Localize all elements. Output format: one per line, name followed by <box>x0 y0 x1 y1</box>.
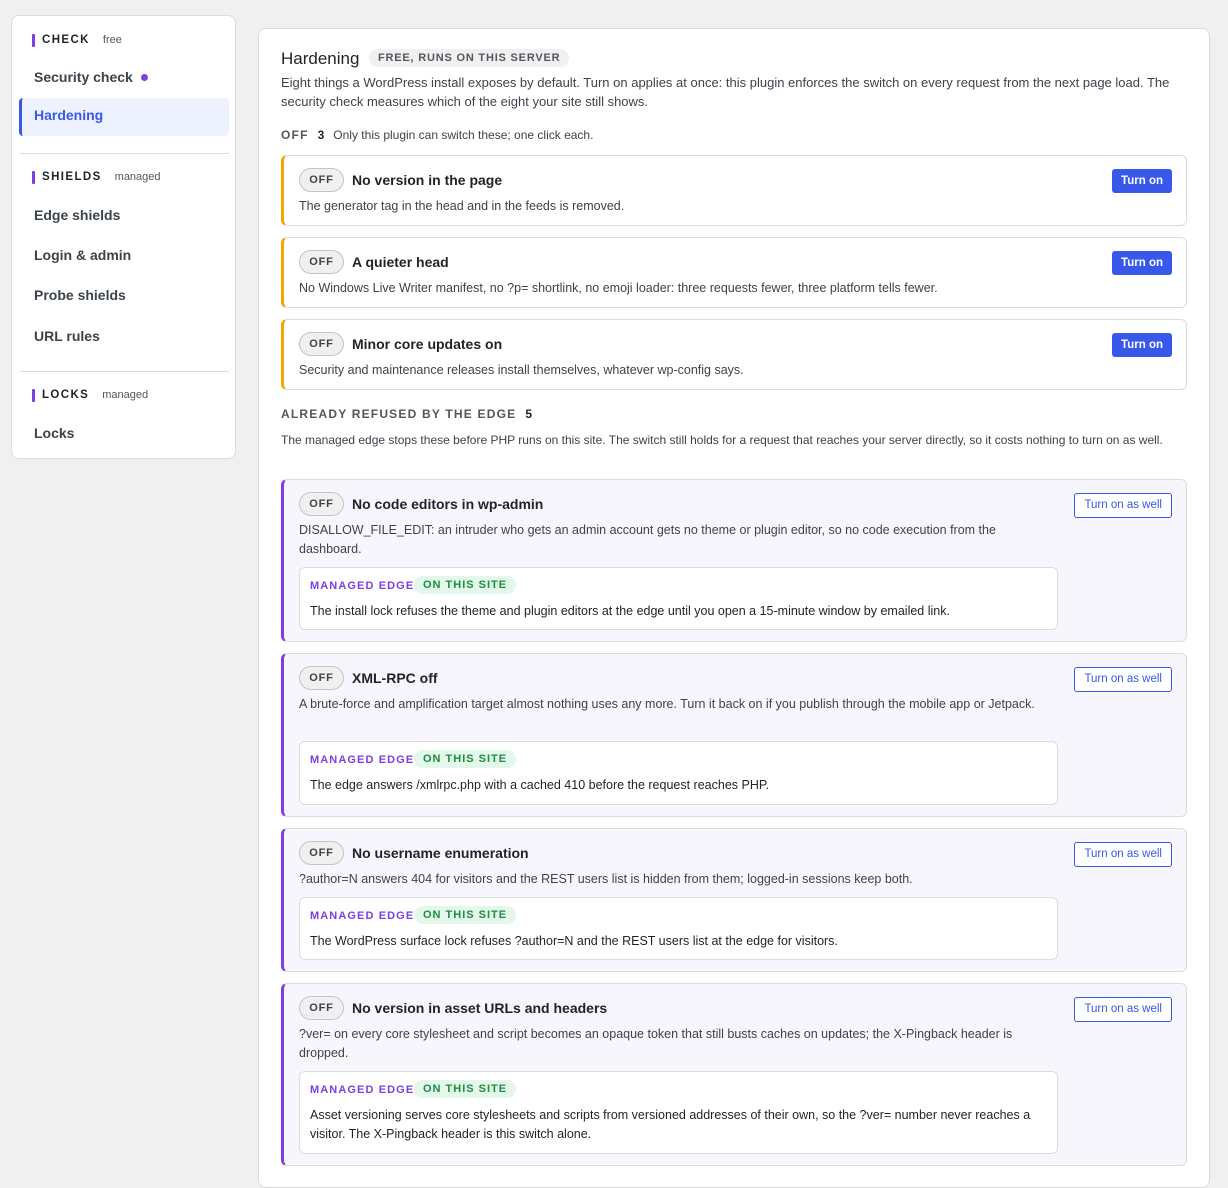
managed-edge-label: MANAGED EDGE <box>310 754 415 766</box>
off-status-pill: OFF <box>299 492 344 516</box>
scope-badge: FREE, RUNS ON THIS SERVER <box>369 49 570 67</box>
section-note: Only this plugin can switch these; one c… <box>333 128 594 142</box>
intro-text: Eight things a WordPress install exposes… <box>281 75 1170 109</box>
card-description: Security and maintenance releases instal… <box>299 363 744 377</box>
sidebar-item-label: Hardening <box>34 107 104 123</box>
managed-edge-note: MANAGED EDGE ON THIS SITE The edge answe… <box>299 741 1058 805</box>
check-group-header: CHECK free <box>32 33 122 47</box>
hardening-card: OFF No code editors in wp-admin DISALLOW… <box>281 479 1187 642</box>
card-description: DISALLOW_FILE_EDIT: an intruder who gets… <box>299 523 996 556</box>
shields-group-header: SHIELDS managed <box>32 170 161 184</box>
group-accent-bar <box>32 388 35 402</box>
hardening-card: OFF No username enumeration ?author=N an… <box>281 828 1187 972</box>
hardening-card: OFF No version in the page The generator… <box>281 155 1187 226</box>
section-label: OFF <box>281 128 309 142</box>
divider <box>20 153 229 154</box>
managed-edge-label: MANAGED EDGE <box>310 1084 415 1096</box>
turn-on-button[interactable]: Turn on <box>1112 169 1172 193</box>
sidebar-item-locks[interactable]: Locks <box>34 423 74 443</box>
off-status-pill: OFF <box>299 841 344 865</box>
managed-edge-label: MANAGED EDGE <box>310 910 415 922</box>
locks-group-header: LOCKS managed <box>32 388 148 402</box>
turn-on-button[interactable]: Turn on <box>1112 251 1172 275</box>
managed-edge-text: Asset versioning serves core stylesheets… <box>310 1108 1031 1141</box>
hardening-card: OFF Minor core updates on Security and m… <box>281 319 1187 390</box>
off-status-pill: OFF <box>299 168 344 192</box>
group-tag: managed <box>102 389 149 401</box>
hardening-card: OFF No version in asset URLs and headers… <box>281 983 1187 1166</box>
sidebar-item-probe-shields[interactable]: Probe shields <box>34 285 126 305</box>
card-title: No username enumeration <box>352 845 529 861</box>
card-description: ?ver= on every core stylesheet and scrip… <box>299 1027 1013 1060</box>
turn-on-as-well-button[interactable]: Turn on as well <box>1074 493 1172 518</box>
group-title: LOCKS <box>42 389 90 401</box>
notification-dot <box>140 74 148 81</box>
on-this-site-badge: ON THIS SITE <box>414 750 517 768</box>
divider <box>20 371 229 372</box>
card-description: ?author=N answers 404 for visitors and t… <box>299 872 913 886</box>
on-this-site-badge: ON THIS SITE <box>414 906 517 924</box>
sidebar: CHECK free Security check Hardening SHIE… <box>11 15 236 459</box>
sidebar-item-security-check[interactable]: Security check <box>34 67 148 87</box>
managed-edge-note: MANAGED EDGE ON THIS SITE The WordPress … <box>299 897 1058 960</box>
turn-on-as-well-button[interactable]: Turn on as well <box>1074 997 1172 1022</box>
card-title: No version in asset URLs and headers <box>352 1000 608 1016</box>
group-tag: free <box>102 34 122 46</box>
group-accent-bar <box>32 33 35 47</box>
hardening-card: OFF A quieter head No Windows Live Write… <box>281 237 1187 308</box>
off-status-pill: OFF <box>299 250 344 274</box>
sidebar-item-hardening[interactable]: Hardening <box>19 98 229 136</box>
card-description: A brute-force and amplification target a… <box>299 697 1035 711</box>
card-title: No version in the page <box>352 172 503 188</box>
sidebar-item-label: Security check <box>34 69 133 85</box>
card-description: The generator tag in the head and in the… <box>299 199 625 213</box>
section-label: ALREADY REFUSED BY THE EDGE <box>281 407 517 421</box>
page-title: Hardening <box>281 49 360 68</box>
turn-on-as-well-button[interactable]: Turn on as well <box>1074 667 1172 692</box>
on-this-site-badge: ON THIS SITE <box>414 1080 517 1098</box>
turn-on-button[interactable]: Turn on <box>1112 333 1172 357</box>
edge-section-description: The managed edge stops these before PHP … <box>281 433 1163 447</box>
section-count: 5 <box>525 407 533 421</box>
card-title: A quieter head <box>352 254 449 270</box>
sidebar-item-login-admin[interactable]: Login & admin <box>34 245 131 265</box>
off-section-header: OFF 3 Only this plugin can switch these;… <box>281 128 593 142</box>
managed-edge-text: The WordPress surface lock refuses ?auth… <box>310 934 838 948</box>
card-description: No Windows Live Writer manifest, no ?p= … <box>299 281 938 295</box>
group-accent-bar <box>32 170 35 184</box>
card-title: Minor core updates on <box>352 336 503 352</box>
turn-on-as-well-button[interactable]: Turn on as well <box>1074 842 1172 867</box>
managed-edge-note: MANAGED EDGE ON THIS SITE Asset versioni… <box>299 1071 1058 1154</box>
hardening-card: OFF XML-RPC off A brute-force and amplif… <box>281 653 1187 817</box>
managed-edge-label: MANAGED EDGE <box>310 580 415 592</box>
off-status-pill: OFF <box>299 996 344 1020</box>
managed-edge-text: The install lock refuses the theme and p… <box>310 604 950 618</box>
edge-section-header: ALREADY REFUSED BY THE EDGE 5 <box>281 407 532 421</box>
group-tag: managed <box>114 171 161 183</box>
card-title: No code editors in wp-admin <box>352 496 544 512</box>
hardening-panel: Hardening FREE, RUNS ON THIS SERVER Eigh… <box>258 28 1210 1188</box>
off-status-pill: OFF <box>299 332 344 356</box>
group-title: SHIELDS <box>42 171 102 183</box>
group-title: CHECK <box>42 34 90 46</box>
card-title: XML-RPC off <box>352 670 438 686</box>
managed-edge-text: The edge answers /xmlrpc.php with a cach… <box>310 778 770 792</box>
sidebar-item-url-rules[interactable]: URL rules <box>34 326 100 346</box>
section-count: 3 <box>317 128 325 142</box>
managed-edge-note: MANAGED EDGE ON THIS SITE The install lo… <box>299 567 1058 630</box>
sidebar-item-edge-shields[interactable]: Edge shields <box>34 205 120 225</box>
on-this-site-badge: ON THIS SITE <box>414 576 517 594</box>
off-status-pill: OFF <box>299 666 344 690</box>
